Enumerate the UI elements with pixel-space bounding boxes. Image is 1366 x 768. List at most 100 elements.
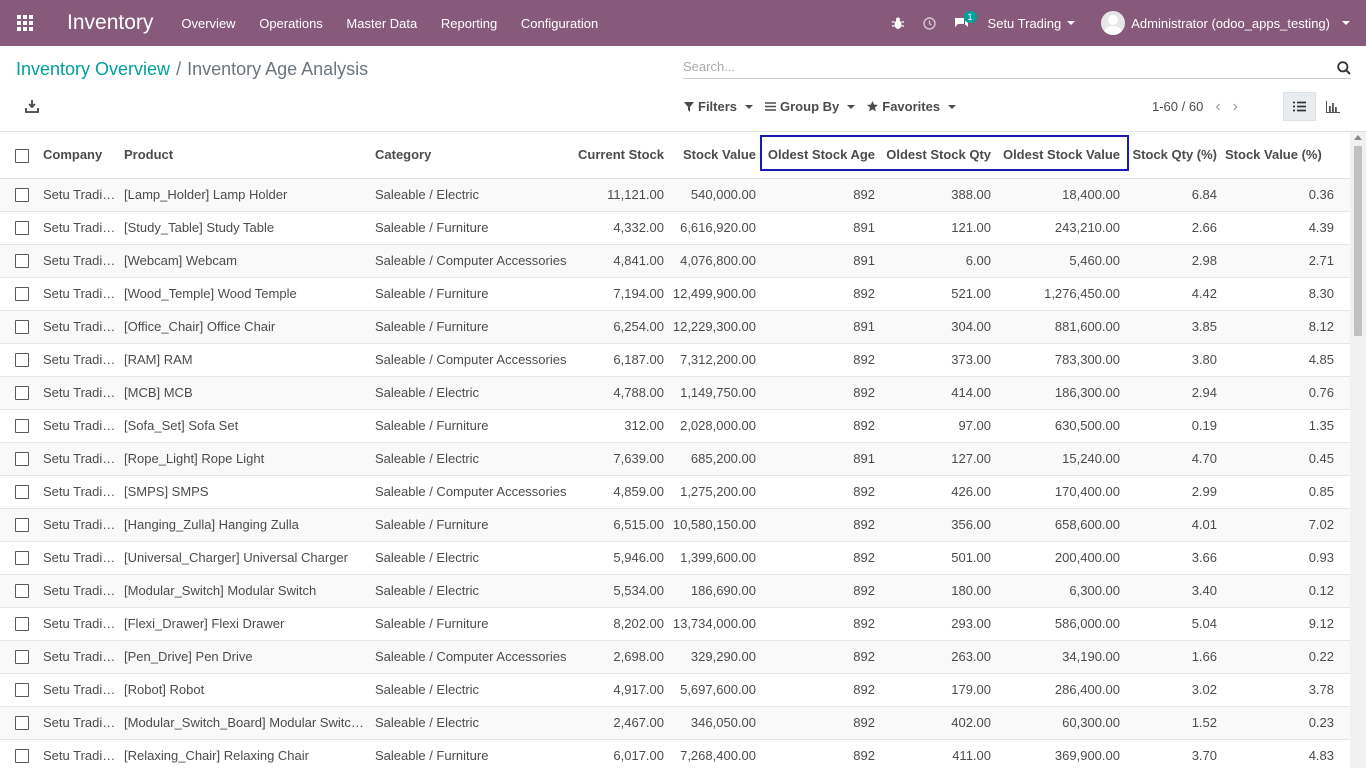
cell-oldest-stock-qty[interactable]: 356.00 [883, 508, 999, 542]
cell-oldest-stock-qty[interactable]: 388.00 [883, 178, 999, 212]
filters-button[interactable]: Filters [684, 99, 754, 114]
table-row[interactable]: Setu Trading [Hanging_Zulla] Hanging Zull… [0, 508, 1350, 542]
cell-product[interactable]: [Wood_Temple] Wood Temple [116, 277, 367, 311]
cell-stock-value-percent[interactable]: 0.22 [1225, 640, 1350, 674]
column-header-category[interactable]: Category [367, 132, 570, 179]
table-row[interactable]: Setu Trading [Office_Chair] Office Chair S… [0, 310, 1350, 344]
cell-oldest-stock-qty[interactable]: 304.00 [883, 310, 999, 344]
table-row[interactable]: Setu Trading [Flexi_Drawer] Flexi Drawer S… [0, 607, 1350, 641]
cell-current-stock[interactable]: 4,332.00 [570, 211, 672, 245]
cell-product[interactable]: [Hanging_Zulla] Hanging Zulla [116, 508, 367, 542]
table-row[interactable]: Setu Trading [Sofa_Set] Sofa Set Saleable … [0, 409, 1350, 443]
cell-oldest-stock-qty[interactable]: 426.00 [883, 475, 999, 509]
cell-oldest-stock-age[interactable]: 892 [764, 706, 883, 740]
cell-oldest-stock-value[interactable]: 18,400.00 [999, 178, 1128, 212]
graph-view-button[interactable] [1316, 92, 1349, 121]
cell-category[interactable]: Saleable / Electric [367, 541, 570, 575]
row-checkbox[interactable] [15, 320, 29, 335]
row-checkbox[interactable] [15, 287, 29, 302]
cell-product[interactable]: [Webcam] Webcam [116, 244, 367, 278]
cell-company[interactable]: Setu Trading [35, 442, 116, 476]
cell-category[interactable]: Saleable / Electric [367, 706, 570, 740]
cell-oldest-stock-qty[interactable]: 293.00 [883, 607, 999, 641]
table-row[interactable]: Setu Trading [Webcam] Webcam Saleable / Co… [0, 244, 1350, 278]
cell-company[interactable]: Setu Trading [35, 310, 116, 344]
column-header-current-stock[interactable]: Current Stock [570, 132, 672, 179]
cell-category[interactable]: Saleable / Electric [367, 574, 570, 608]
cell-oldest-stock-qty[interactable]: 127.00 [883, 442, 999, 476]
menu-item-configuration[interactable]: Configuration [521, 16, 598, 31]
table-row[interactable]: Setu Trading [Universal_Charger] Universa… [0, 541, 1350, 575]
cell-current-stock[interactable]: 5,534.00 [570, 574, 672, 608]
cell-company[interactable]: Setu Trading [35, 244, 116, 278]
cell-product[interactable]: [Office_Chair] Office Chair [116, 310, 367, 344]
cell-oldest-stock-qty[interactable]: 180.00 [883, 574, 999, 608]
messages-chat-icon[interactable]: 1 [946, 0, 978, 46]
scroll-up-arrow-icon[interactable] [1354, 135, 1362, 140]
cell-stock-qty-percent[interactable]: 2.99 [1128, 475, 1225, 509]
cell-stock-qty-percent[interactable]: 3.66 [1128, 541, 1225, 575]
cell-company[interactable]: Setu Trading [35, 508, 116, 542]
table-row[interactable]: Setu Trading [SMPS] SMPS Saleable / Comput… [0, 475, 1350, 509]
cell-stock-value[interactable]: 1,399,600.00 [672, 541, 764, 575]
cell-stock-value[interactable]: 346,050.00 [672, 706, 764, 740]
cell-product[interactable]: [Robot] Robot [116, 673, 367, 707]
cell-company[interactable]: Setu Trading [35, 211, 116, 245]
user-menu[interactable]: Administrator (odoo_apps_testing) [1101, 11, 1350, 35]
cell-oldest-stock-qty[interactable]: 6.00 [883, 244, 999, 278]
cell-category[interactable]: Saleable / Computer Accessories [367, 475, 570, 509]
cell-oldest-stock-value[interactable]: 170,400.00 [999, 475, 1128, 509]
row-checkbox[interactable] [15, 254, 29, 269]
cell-stock-qty-percent[interactable]: 2.98 [1128, 244, 1225, 278]
cell-product[interactable]: [Modular_Switch_Board] Modular Switch Bo… [116, 706, 367, 740]
apps-menu-icon[interactable] [0, 0, 50, 46]
cell-stock-value[interactable]: 7,312,200.00 [672, 343, 764, 377]
cell-product[interactable]: [SMPS] SMPS [116, 475, 367, 509]
cell-stock-value-percent[interactable]: 8.30 [1225, 277, 1350, 311]
cell-company[interactable]: Setu Trading [35, 343, 116, 377]
column-header-stock-qty-percent[interactable]: Stock Qty (%) [1128, 132, 1225, 179]
row-checkbox[interactable] [15, 551, 29, 566]
cell-stock-value[interactable]: 7,268,400.00 [672, 739, 764, 768]
cell-oldest-stock-qty[interactable]: 411.00 [883, 739, 999, 768]
cell-category[interactable]: Saleable / Furniture [367, 409, 570, 443]
table-row[interactable]: Setu Trading [MCB] MCB Saleable / Electric… [0, 376, 1350, 410]
cell-product[interactable]: [Study_Table] Study Table [116, 211, 367, 245]
cell-current-stock[interactable]: 4,859.00 [570, 475, 672, 509]
row-checkbox[interactable] [15, 617, 29, 632]
company-switcher[interactable]: Setu Trading [988, 16, 1076, 31]
cell-product[interactable]: [MCB] MCB [116, 376, 367, 410]
row-checkbox[interactable] [15, 188, 29, 203]
cell-stock-value[interactable]: 329,290.00 [672, 640, 764, 674]
cell-stock-value-percent[interactable]: 1.35 [1225, 409, 1350, 443]
cell-current-stock[interactable]: 11,121.00 [570, 178, 672, 212]
cell-stock-value[interactable]: 12,499,900.00 [672, 277, 764, 311]
cell-stock-qty-percent[interactable]: 4.01 [1128, 508, 1225, 542]
cell-category[interactable]: Saleable / Electric [367, 178, 570, 212]
cell-oldest-stock-qty[interactable]: 263.00 [883, 640, 999, 674]
cell-stock-value-percent[interactable]: 0.23 [1225, 706, 1350, 740]
cell-category[interactable]: Saleable / Furniture [367, 277, 570, 311]
table-row[interactable]: Setu Trading [Study_Table] Study Table Sal… [0, 211, 1350, 245]
row-checkbox[interactable] [15, 485, 29, 500]
table-row[interactable]: Setu Trading [Modular_Switch_Board] Modul… [0, 706, 1350, 740]
cell-oldest-stock-age[interactable]: 892 [764, 673, 883, 707]
cell-category[interactable]: Saleable / Computer Accessories [367, 640, 570, 674]
cell-oldest-stock-qty[interactable]: 402.00 [883, 706, 999, 740]
cell-oldest-stock-value[interactable]: 34,190.00 [999, 640, 1128, 674]
cell-current-stock[interactable]: 6,187.00 [570, 343, 672, 377]
column-header-oldest-stock-value[interactable]: Oldest Stock Value [999, 132, 1128, 179]
cell-stock-value[interactable]: 4,076,800.00 [672, 244, 764, 278]
list-view-button[interactable] [1283, 92, 1316, 121]
cell-stock-value-percent[interactable]: 0.93 [1225, 541, 1350, 575]
cell-oldest-stock-value[interactable]: 15,240.00 [999, 442, 1128, 476]
cell-stock-qty-percent[interactable]: 3.80 [1128, 343, 1225, 377]
cell-current-stock[interactable]: 7,194.00 [570, 277, 672, 311]
cell-product[interactable]: [Rope_Light] Rope Light [116, 442, 367, 476]
cell-category[interactable]: Saleable / Electric [367, 376, 570, 410]
cell-stock-value-percent[interactable]: 4.83 [1225, 739, 1350, 768]
cell-stock-value[interactable]: 5,697,600.00 [672, 673, 764, 707]
cell-stock-value[interactable]: 1,275,200.00 [672, 475, 764, 509]
cell-oldest-stock-age[interactable]: 892 [764, 508, 883, 542]
cell-stock-value-percent[interactable]: 7.02 [1225, 508, 1350, 542]
